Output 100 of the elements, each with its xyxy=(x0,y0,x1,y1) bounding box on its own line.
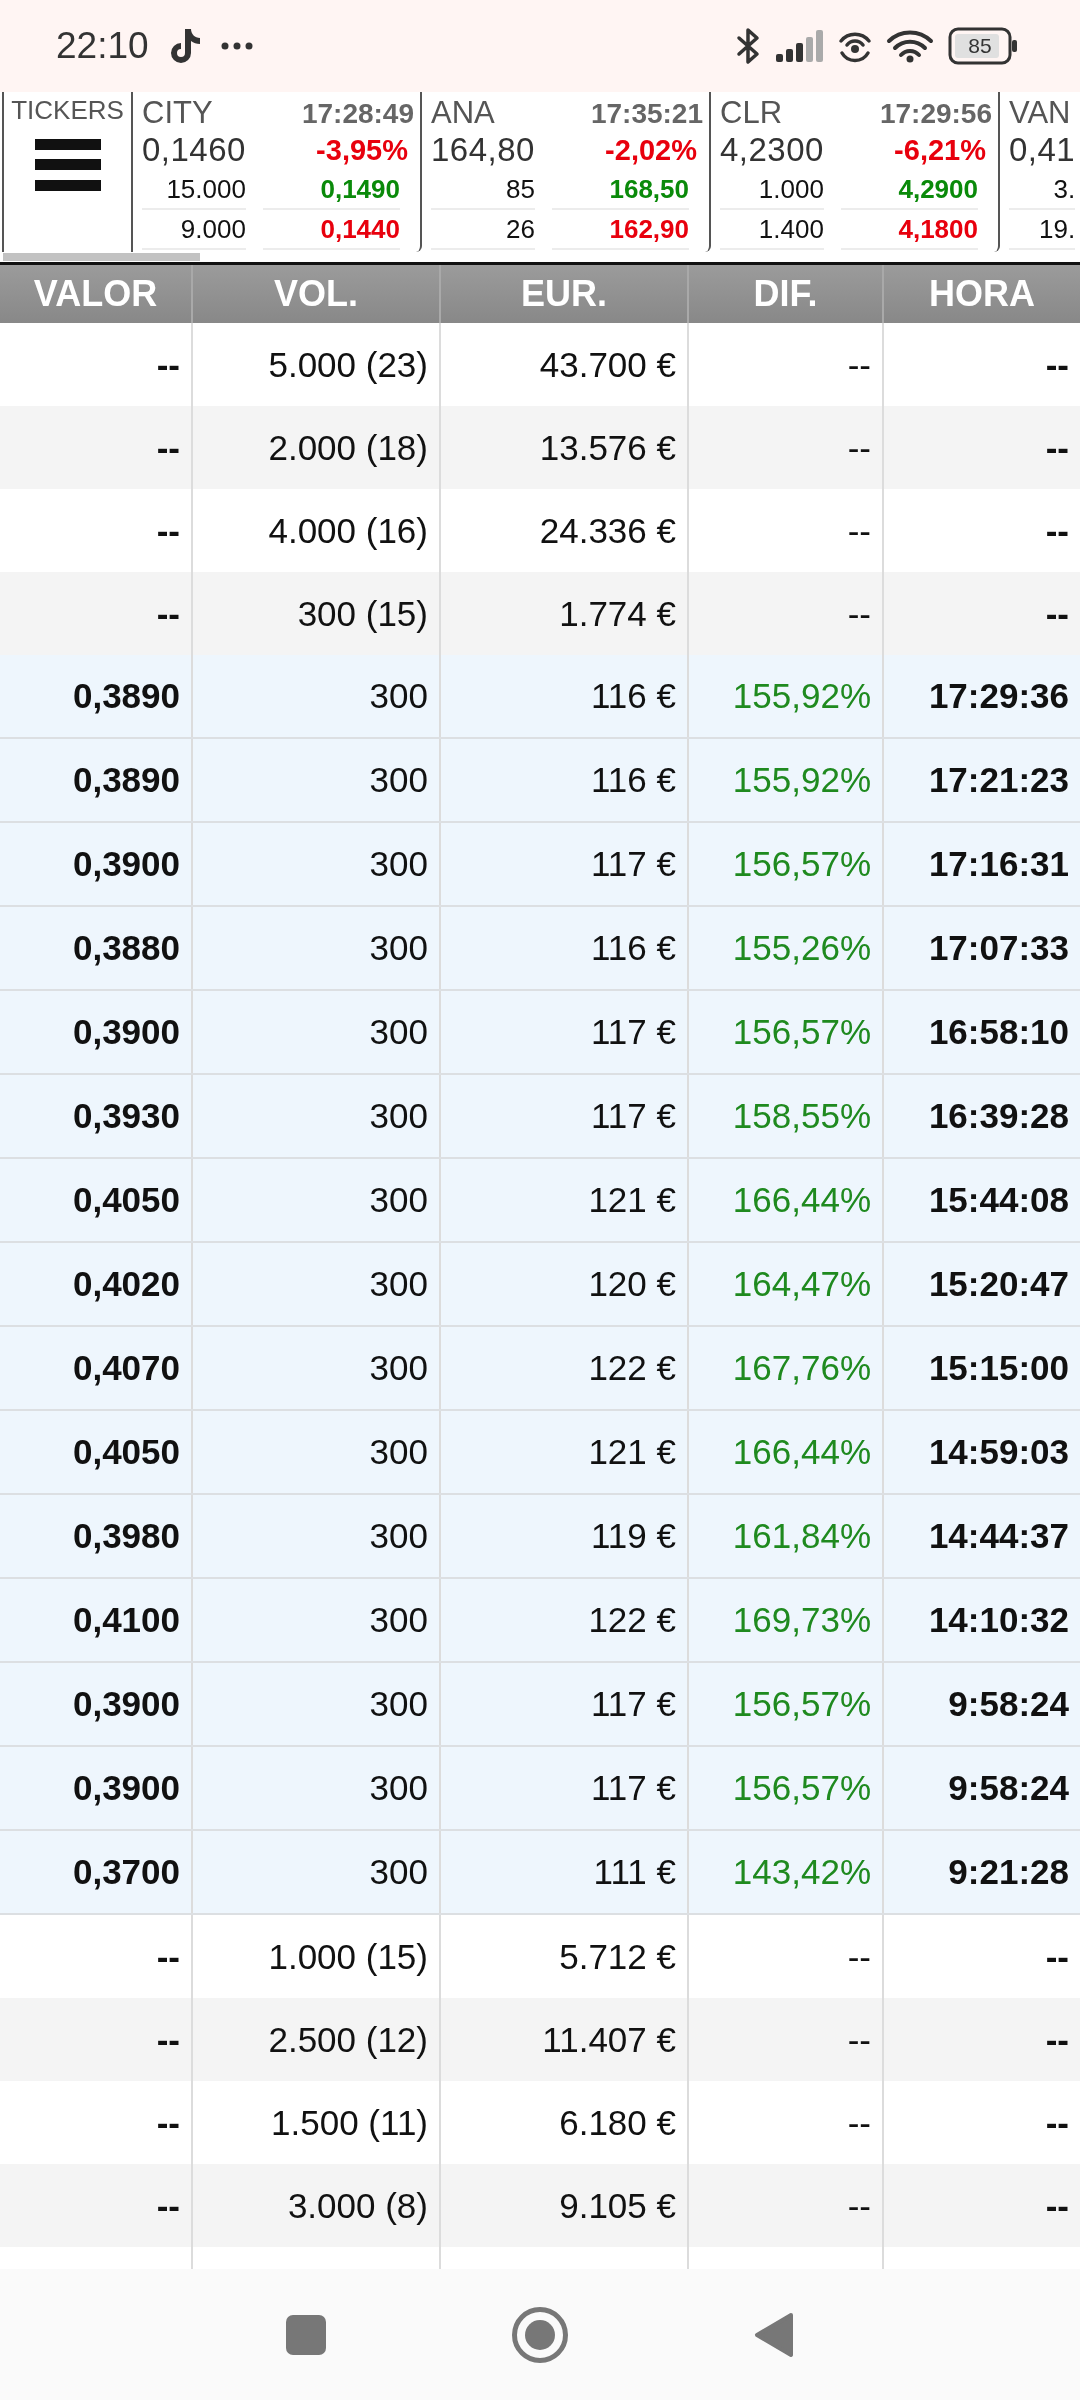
book-volume: 26 xyxy=(431,210,535,250)
square-icon[interactable] xyxy=(286,2314,326,2355)
amount-cell: 111 € xyxy=(441,1831,689,1913)
book-price: 0,1440 xyxy=(262,210,400,250)
battery-icon xyxy=(948,27,1018,65)
price-cell: 0,4020 xyxy=(0,1243,193,1325)
change-cell: 164,47% xyxy=(689,1243,884,1325)
ticker-card[interactable]: ANA 17:35:21 164,80 -2,02% 85 168,50 26 162,90 xyxy=(422,92,711,252)
time-cell-text: 9:58:24 xyxy=(947,1683,1070,1725)
amount-cell: 120 € xyxy=(441,1243,689,1325)
change-cell: 155,92% xyxy=(689,739,884,821)
volume-cell: 300 xyxy=(193,1579,441,1661)
volume-cell: 300 xyxy=(193,1243,441,1325)
ticker-time: 17:29:56 xyxy=(879,98,992,130)
amount-cell: 117 € xyxy=(441,823,689,905)
time-cell-text: -- xyxy=(1044,2018,1070,2061)
time-cell-text: -- xyxy=(1044,2184,1070,2227)
book-volume: 3. xyxy=(1009,170,1076,210)
volume-cell: 300 xyxy=(193,1159,441,1241)
change-cell: 167,76% xyxy=(689,1327,884,1409)
ticker-price: 0,1460 xyxy=(142,131,246,169)
price-cell: 0,3900 xyxy=(0,823,193,905)
price-cell: 0,3880 xyxy=(0,907,193,989)
time-cell-text: -- xyxy=(1044,592,1070,635)
time-cell-text: -- xyxy=(1044,343,1070,386)
section-label: TICKERS xyxy=(11,95,124,125)
price-cell: 0,3700 xyxy=(0,1831,193,1913)
amount-cell: 116 € xyxy=(441,655,689,737)
battery-percentage: 85 xyxy=(967,34,993,58)
ticker-card[interactable]: VAN 0,41 3. 19. xyxy=(1000,92,1080,252)
time-cell-text: 9:58:24 xyxy=(947,1767,1070,1809)
clock-time: 22:10 xyxy=(56,25,149,67)
time-cell-text: 14:59:03 xyxy=(927,1431,1070,1473)
ticker-card[interactable]: CLR 17:29:56 4,2300 -6,21% 1.000 4,2900 1.400 4,1800 xyxy=(711,92,1000,252)
time-cell-text: 9:21:28 xyxy=(947,1851,1070,1893)
book-volume: 1.000 xyxy=(720,170,824,210)
bluetooth-icon xyxy=(736,27,762,65)
book-price: 4,2900 xyxy=(840,170,978,210)
menu-icon[interactable] xyxy=(34,139,101,191)
price-cell: 0,3890 xyxy=(0,739,193,821)
price-cell: 0,3900 xyxy=(0,991,193,1073)
amount-cell: 117 € xyxy=(441,1663,689,1745)
book-price: 162,90 xyxy=(551,210,689,250)
time-cell-text: 16:58:10 xyxy=(927,1011,1070,1053)
music-note-icon xyxy=(168,28,201,64)
book-volume: 19. xyxy=(1009,210,1076,250)
book-volume: 1.400 xyxy=(720,210,824,250)
price-cell: 0,3980 xyxy=(0,1495,193,1577)
ticker-symbol: CLR xyxy=(720,96,782,130)
price-cell: 0,4050 xyxy=(0,1411,193,1493)
column-header: HORA xyxy=(928,272,1036,316)
price-cell: 0,3930 xyxy=(0,1075,193,1157)
ticker-time: 17:28:49 xyxy=(301,98,414,130)
time-cell-text: -- xyxy=(1044,509,1070,552)
volume-cell: 300 xyxy=(193,1075,441,1157)
ticker-symbol: CITY xyxy=(142,96,213,130)
time-cell-text: 17:16:31 xyxy=(927,843,1070,885)
time-cell-text: 14:10:32 xyxy=(927,1599,1070,1641)
more-icon xyxy=(220,42,253,50)
ticker-time: 17:35:21 xyxy=(590,98,703,130)
price-cell: 0,4050 xyxy=(0,1159,193,1241)
volume-cell: 300 xyxy=(193,1663,441,1745)
amount-cell: 119 € xyxy=(441,1495,689,1577)
change-cell: 156,57% xyxy=(689,1747,884,1829)
price-cell: 0,3900 xyxy=(0,1747,193,1829)
ticker-card[interactable]: CITY 17:28:49 0,1460 -3,95% 15.000 0,1490 9.000 0,1440 xyxy=(133,92,422,252)
ticker-price: 4,2300 xyxy=(720,131,824,169)
ticker-change: -2,02% xyxy=(605,133,697,167)
volume-cell: 300 xyxy=(193,907,441,989)
change-cell: 166,44% xyxy=(689,1411,884,1493)
volume-cell: 300 xyxy=(193,739,441,821)
volume-cell: 300 xyxy=(193,1411,441,1493)
amount-cell: 121 € xyxy=(441,1411,689,1493)
price-cell: 0,3890 xyxy=(0,655,193,737)
ticker-symbol: VAN xyxy=(1009,96,1071,130)
change-cell: 155,26% xyxy=(689,907,884,989)
book-price: 4,1800 xyxy=(840,210,978,250)
time-cell-text: 17:21:23 xyxy=(927,759,1070,801)
time-cell-text: 17:07:33 xyxy=(927,927,1070,969)
volume-cell: 300 xyxy=(193,1831,441,1913)
time-cell-text: 14:44:37 xyxy=(927,1515,1070,1557)
ring-icon[interactable] xyxy=(512,2306,568,2363)
ticker-price: 164,80 xyxy=(431,131,535,169)
volume-cell: 300 xyxy=(193,1747,441,1829)
time-cell-text: 16:39:28 xyxy=(927,1095,1070,1137)
change-cell: 161,84% xyxy=(689,1495,884,1577)
signal-icon xyxy=(776,30,824,62)
book-volume: 9.000 xyxy=(142,210,246,250)
price-cell: 0,4100 xyxy=(0,1579,193,1661)
change-cell: 169,73% xyxy=(689,1579,884,1661)
amount-cell: 116 € xyxy=(441,907,689,989)
wifi-icon xyxy=(886,29,934,63)
book-price: 0,1490 xyxy=(262,170,400,210)
time-cell-text: -- xyxy=(1044,1935,1070,1978)
time-cell-text: -- xyxy=(1044,2101,1070,2144)
back-icon[interactable] xyxy=(754,2311,794,2358)
volume-cell: 300 xyxy=(193,1495,441,1577)
price-cell: 0,3900 xyxy=(0,1663,193,1745)
ticker-price: 0,41 xyxy=(1009,131,1076,169)
change-cell: 143,42% xyxy=(689,1831,884,1913)
